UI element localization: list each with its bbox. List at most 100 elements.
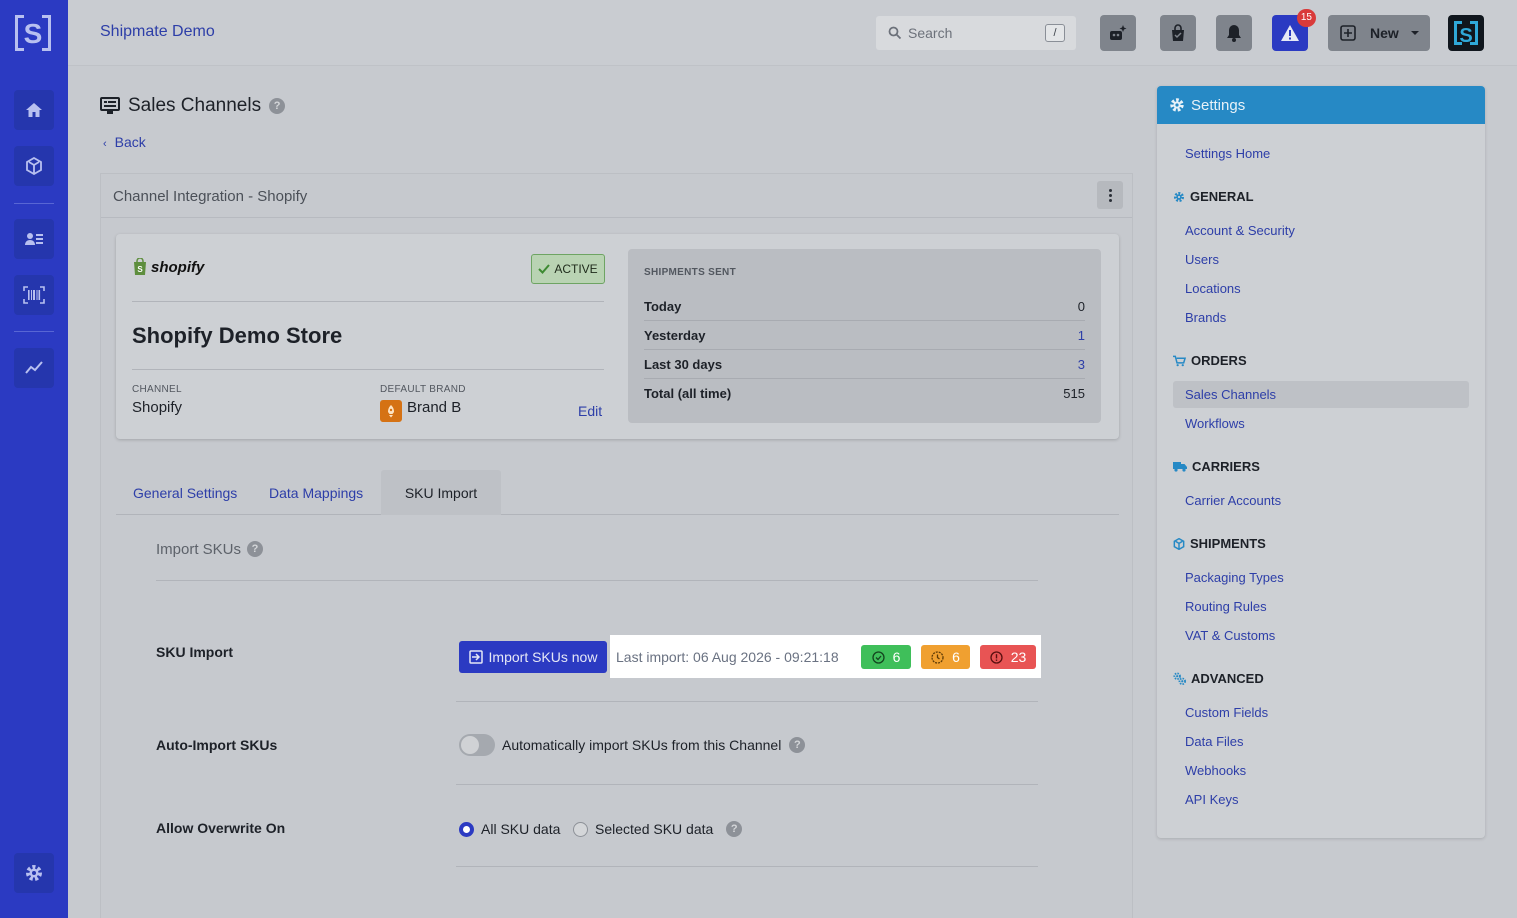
success-count-badge[interactable]: 6 <box>861 645 911 669</box>
import-icon <box>468 650 483 664</box>
ai-assistant-button[interactable] <box>1100 15 1136 51</box>
back-label: Back <box>114 134 146 150</box>
import-skus-now-button[interactable]: Import SKUs now <box>459 641 607 673</box>
settings-link-locations[interactable]: Locations <box>1185 281 1241 296</box>
shipments-row: Total (all time) 515 <box>644 379 1085 408</box>
radio-selected-sku-data[interactable]: Selected SKU data ? <box>573 821 743 837</box>
import-button-label: Import SKUs now <box>488 649 598 665</box>
shipments-row-label: Today <box>644 299 682 314</box>
app-logo-icon[interactable]: S <box>12 12 54 54</box>
radio-selected-indicator[interactable] <box>459 821 474 837</box>
gear-icon <box>1173 191 1185 202</box>
chevron-left-icon: ‹ <box>103 138 107 150</box>
auto-import-toggle[interactable] <box>459 734 495 756</box>
barcode-icon[interactable] <box>14 275 54 315</box>
settings-link-webhooks[interactable]: Webhooks <box>1185 763 1246 778</box>
group-heading-orders: ORDERS <box>1173 353 1247 368</box>
radio-all-sku-data[interactable]: All SKU data <box>459 821 560 837</box>
help-icon[interactable]: ? <box>269 98 286 114</box>
account-name[interactable]: Shipmate Demo <box>100 23 215 41</box>
plus-square-icon <box>1340 25 1356 41</box>
pending-count-badge[interactable]: 6 <box>921 645 970 669</box>
inbox-button[interactable] <box>1160 15 1196 51</box>
warning-icon <box>1281 25 1299 41</box>
svg-text:S: S <box>1459 25 1472 47</box>
shipments-row-label: Yesterday <box>644 328 706 343</box>
settings-link-vat-customs[interactable]: VAT & Customs <box>1185 628 1275 643</box>
brand-rocket-icon <box>380 400 402 422</box>
cogs-icon <box>1173 672 1186 685</box>
shipments-row-value-link[interactable]: 1 <box>1078 328 1085 343</box>
shipments-row-value-link[interactable]: 3 <box>1078 357 1085 372</box>
user-avatar[interactable]: S <box>1448 15 1484 51</box>
contacts-icon[interactable] <box>14 219 54 259</box>
shipments-row-value: 0 <box>1077 299 1085 314</box>
bell-icon <box>1227 25 1241 42</box>
alerts-button[interactable]: 15 <box>1272 9 1316 51</box>
brand-value: Brand B <box>407 399 462 416</box>
store-name: Shopify Demo Store <box>132 323 343 348</box>
more-options-button[interactable] <box>1097 181 1123 209</box>
settings-link-api-keys[interactable]: API Keys <box>1185 792 1238 807</box>
search-icon <box>888 26 902 40</box>
tab-general-settings[interactable]: General Settings <box>133 470 237 515</box>
error-count-badge[interactable]: 23 <box>980 645 1036 669</box>
new-button[interactable]: New <box>1328 15 1430 51</box>
settings-home-link[interactable]: Settings Home <box>1185 146 1270 161</box>
last-import-text: Last import: 06 Aug 2026 - 09:21:18 <box>616 649 839 665</box>
alert-count-badge: 15 <box>1296 9 1316 27</box>
settings-link-workflows[interactable]: Workflows <box>1185 416 1245 431</box>
settings-link-packaging-types[interactable]: Packaging Types <box>1185 570 1284 585</box>
page-title: Sales Channels ? <box>100 94 286 118</box>
settings-gear-icon[interactable] <box>14 853 54 893</box>
chevron-down-icon <box>1411 31 1419 35</box>
settings-link-account-security[interactable]: Account & Security <box>1185 223 1295 238</box>
allow-overwrite-label: Allow Overwrite On <box>156 820 286 836</box>
package-icon[interactable] <box>14 146 54 186</box>
settings-link-custom-fields[interactable]: Custom Fields <box>1185 705 1268 720</box>
error-count: 23 <box>1010 649 1027 665</box>
search-shortcut: / <box>1045 24 1065 42</box>
edit-brand-link[interactable]: Edit <box>578 403 602 419</box>
auto-import-description: Automatically import SKUs from this Chan… <box>502 737 806 753</box>
bag-icon <box>1172 24 1184 41</box>
auto-import-text: Automatically import SKUs from this Chan… <box>502 737 782 753</box>
home-icon[interactable] <box>14 90 54 130</box>
settings-link-routing-rules[interactable]: Routing Rules <box>1185 599 1267 614</box>
analytics-icon[interactable] <box>14 348 54 388</box>
settings-link-brands[interactable]: Brands <box>1185 310 1226 325</box>
settings-title: Settings <box>1191 97 1246 114</box>
settings-link-users[interactable]: Users <box>1185 252 1219 267</box>
help-icon[interactable]: ? <box>789 737 806 753</box>
settings-link-data-files[interactable]: Data Files <box>1185 734 1244 749</box>
help-icon[interactable]: ? <box>247 541 264 557</box>
settings-link-carrier-accounts[interactable]: Carrier Accounts <box>1185 493 1281 508</box>
pending-count: 6 <box>952 649 960 665</box>
search-placeholder: Search <box>908 25 953 41</box>
alert-circle-icon <box>990 650 1003 664</box>
brand-label: DEFAULT BRAND <box>380 384 466 395</box>
group-heading-general: GENERAL <box>1173 189 1254 204</box>
settings-link-sales-channels[interactable]: Sales Channels <box>1173 381 1469 408</box>
tab-data-mappings[interactable]: Data Mappings <box>269 470 363 515</box>
sku-import-label: SKU Import <box>156 644 233 660</box>
clock-icon <box>931 650 944 664</box>
shopify-logo: S shopify <box>132 258 204 276</box>
tab-sku-import[interactable]: SKU Import <box>381 470 501 515</box>
help-icon[interactable]: ? <box>726 821 743 837</box>
group-heading-text: ADVANCED <box>1191 671 1264 686</box>
radio-unselected-indicator[interactable] <box>573 821 588 837</box>
store-summary: S shopify ACTIVE Shopify Demo Store CHAN… <box>116 234 1119 439</box>
robot-sparkle-icon <box>1110 25 1127 40</box>
card-title: Channel Integration - Shopify <box>113 188 308 205</box>
group-heading-shipments: SHIPMENTS <box>1173 536 1266 551</box>
monitor-icon <box>100 97 120 114</box>
group-heading-text: ORDERS <box>1191 353 1247 368</box>
status-badge: ACTIVE <box>531 254 605 284</box>
truck-icon <box>1173 462 1187 472</box>
gear-icon <box>1170 98 1184 112</box>
group-heading-advanced: ADVANCED <box>1173 671 1264 686</box>
back-link[interactable]: ‹ Back <box>103 134 146 150</box>
search-input[interactable]: Search / <box>876 16 1076 50</box>
notifications-button[interactable] <box>1216 15 1252 51</box>
